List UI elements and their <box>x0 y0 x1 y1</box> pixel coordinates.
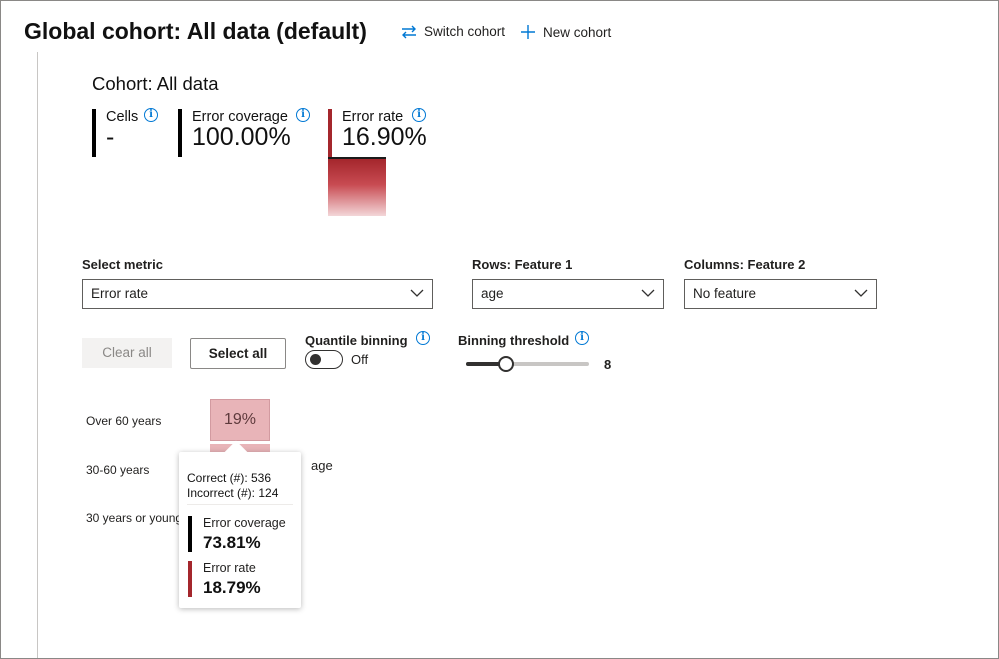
tooltip-incorrect: Incorrect (#): 124 <box>187 486 279 500</box>
heatmap-cell[interactable]: 19% <box>210 399 270 441</box>
plus-icon <box>521 25 535 39</box>
error-coverage-info-icon[interactable]: i <box>296 108 310 122</box>
select-metric-value: Error rate <box>91 286 149 301</box>
tooltip-correct: Correct (#): 536 <box>187 471 272 485</box>
quantile-binning-state: Off <box>351 352 369 367</box>
tooltip-error-coverage-value: 73.81% <box>203 533 261 552</box>
chevron-down-icon <box>410 289 424 297</box>
toggle-knob <box>310 354 321 365</box>
page-title: Global cohort: All data (default) <box>24 18 367 44</box>
tooltip-error-rate-label: Error rate <box>203 561 256 575</box>
tooltip-error-rate-bar <box>188 561 192 597</box>
select-all-button[interactable]: Select all <box>190 338 286 369</box>
chevron-down-icon <box>641 289 655 297</box>
row-label: 30-60 years <box>86 463 150 477</box>
rows-feature-dropdown[interactable]: age <box>472 279 664 309</box>
error-coverage-bar <box>178 109 182 157</box>
quantile-binning-toggle[interactable] <box>305 350 343 369</box>
binning-threshold-info-icon[interactable]: i <box>575 331 589 345</box>
left-divider <box>37 52 38 658</box>
window-frame <box>0 0 999 659</box>
row-label: 30 years or younger <box>86 511 193 525</box>
row-label: Over 60 years <box>86 414 162 428</box>
cells-info-icon[interactable]: i <box>144 108 158 122</box>
switch-cohort-button[interactable]: Switch cohort <box>401 24 505 39</box>
rows-feature-label: Rows: Feature 1 <box>472 257 573 272</box>
axis-label: age <box>311 458 333 473</box>
tooltip-error-coverage-label: Error coverage <box>203 516 286 530</box>
select-metric-dropdown[interactable]: Error rate <box>82 279 433 309</box>
quantile-binning-label: Quantile binning <box>305 333 408 348</box>
rows-feature-value: age <box>481 286 504 301</box>
columns-feature-label: Columns: Feature 2 <box>684 257 806 272</box>
new-cohort-button[interactable]: New cohort <box>520 24 611 40</box>
binning-threshold-value: 8 <box>604 357 612 372</box>
binning-threshold-label: Binning threshold <box>458 333 570 348</box>
tooltip-divider <box>187 504 293 505</box>
cells-bar <box>92 109 96 157</box>
binning-threshold-slider-thumb[interactable] <box>498 356 514 372</box>
columns-feature-dropdown[interactable]: No feature <box>684 279 877 309</box>
cohort-name: Cohort: All data <box>92 73 219 94</box>
switch-arrows-icon <box>402 25 416 38</box>
columns-feature-value: No feature <box>693 286 757 301</box>
chevron-down-icon <box>854 289 868 297</box>
error-rate-value: 16.90% <box>342 123 427 151</box>
error-coverage-value: 100.00% <box>192 123 291 151</box>
error-rate-fill <box>328 157 386 216</box>
tooltip-error-coverage-bar <box>188 516 192 552</box>
quantile-binning-info-icon[interactable]: i <box>416 331 430 345</box>
new-cohort-label: New cohort <box>543 24 612 40</box>
select-metric-label: Select metric <box>82 257 163 272</box>
clear-all-button[interactable]: Clear all <box>82 338 172 368</box>
error-rate-bar <box>328 109 332 157</box>
tooltip-error-rate-value: 18.79% <box>203 578 261 597</box>
cells-value: - <box>106 123 115 151</box>
switch-cohort-label: Switch cohort <box>424 24 506 39</box>
error-rate-info-icon[interactable]: i <box>412 108 426 122</box>
